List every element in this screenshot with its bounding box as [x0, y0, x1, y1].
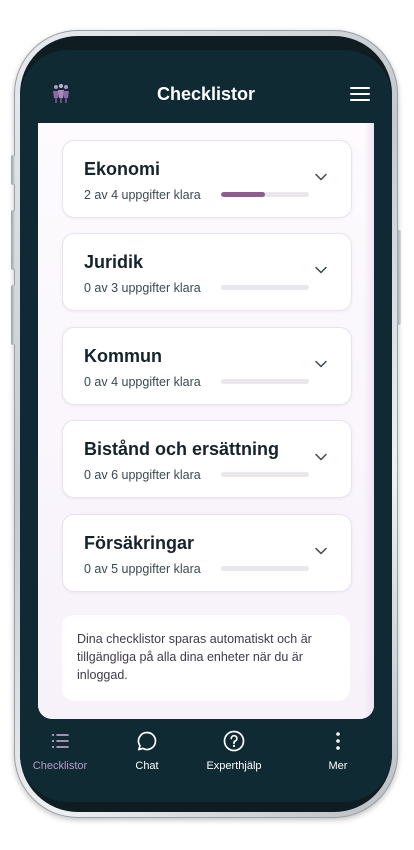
checklist-title: Kommun — [84, 346, 162, 366]
progress-bar — [221, 192, 309, 197]
progress-bar — [221, 285, 309, 290]
nav-label: Mer — [328, 760, 348, 772]
help-circle-icon — [223, 730, 245, 752]
page-title: Checklistor — [156, 84, 256, 104]
checklist-card-ekonomi[interactable]: Ekonomi 2 av 4 uppgifter klara — [62, 140, 352, 218]
progress-bar — [221, 472, 309, 477]
chevron-down-icon — [315, 453, 327, 461]
progress-bar — [221, 566, 309, 571]
checklist-card-bistand[interactable]: Bistånd och ersättning 0 av 6 uppgifter … — [62, 420, 352, 498]
more-vertical-icon — [336, 732, 340, 750]
checklist-card-forsakringar[interactable]: Försäkringar 0 av 5 uppgifter klara — [62, 514, 352, 592]
checklist-status: 0 av 3 uppgifter klara — [84, 281, 201, 295]
nav-item-mer[interactable]: Mer — [298, 729, 378, 777]
volume-up-button — [11, 210, 15, 270]
chat-bubble-icon — [137, 731, 157, 751]
app-screen: Checklistor Ekonomi 2 av 4 uppgifter kla… — [20, 50, 392, 802]
list-icon — [51, 733, 69, 749]
power-button — [397, 230, 401, 325]
checklist-status: 0 av 4 uppgifter klara — [84, 375, 201, 389]
nav-label: Experthjälp — [206, 760, 262, 772]
checklist-title: Ekonomi — [84, 159, 161, 179]
hamburger-menu-icon[interactable] — [350, 85, 370, 103]
checklist-status: 0 av 6 uppgifter klara — [84, 468, 201, 482]
silent-switch — [11, 155, 15, 185]
nav-item-chat[interactable]: Chat — [107, 729, 187, 777]
checklist-panel: Ekonomi 2 av 4 uppgifter klara Juridik 0… — [38, 123, 374, 719]
bottom-navigation: Checklistor Chat Experthjälp Mer — [20, 719, 392, 802]
nav-item-experthjalp[interactable]: Experthjälp — [194, 729, 274, 777]
checklist-card-juridik[interactable]: Juridik 0 av 3 uppgifter klara — [62, 233, 352, 311]
checklist-title: Bistånd och ersättning — [84, 439, 280, 459]
progress-bar — [221, 379, 309, 384]
app-header: Checklistor — [20, 50, 392, 123]
volume-down-button — [11, 285, 15, 345]
checklist-status: 2 av 4 uppgifter klara — [84, 188, 201, 202]
chevron-down-icon — [315, 173, 327, 181]
nav-label: Checklistor — [32, 760, 88, 772]
progress-fill — [221, 192, 265, 197]
info-text: Dina checklistor sparas automatiskt och … — [77, 632, 312, 682]
checklist-card-kommun[interactable]: Kommun 0 av 4 uppgifter klara — [62, 327, 352, 405]
checklist-title: Försäkringar — [84, 533, 195, 553]
chevron-down-icon — [315, 266, 327, 274]
checklist-title: Juridik — [84, 252, 144, 272]
checklist-status: 0 av 5 uppgifter klara — [84, 562, 201, 576]
nav-item-checklistor[interactable]: Checklistor — [20, 729, 100, 777]
chevron-down-icon — [315, 360, 327, 368]
nav-label: Chat — [135, 760, 159, 772]
info-note: Dina checklistor sparas automatiskt och … — [62, 615, 350, 701]
chevron-down-icon — [315, 547, 327, 555]
